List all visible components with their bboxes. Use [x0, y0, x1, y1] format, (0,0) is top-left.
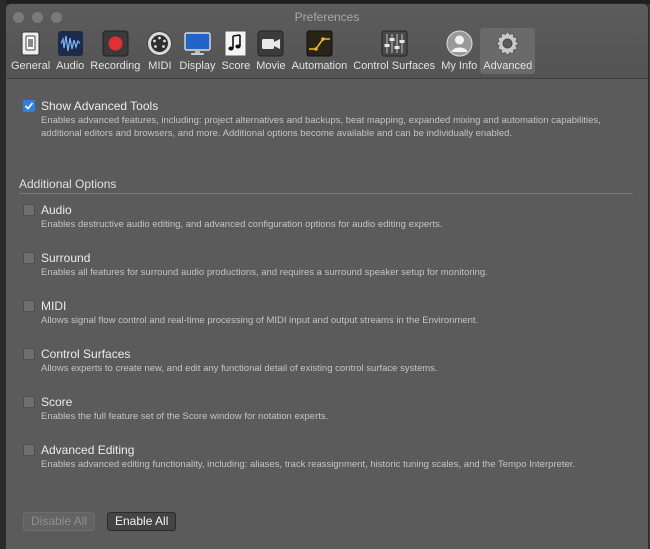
record-icon [102, 30, 129, 57]
option-score: Score Enables the full feature set of th… [23, 395, 634, 435]
faders-icon [381, 30, 408, 57]
control-surfaces-description: Allows experts to create new, and edit a… [41, 363, 438, 374]
additional-options-header: Additional Options [19, 177, 117, 191]
surround-description: Enables all features for surround audio … [41, 267, 488, 278]
surround-label[interactable]: Surround [41, 251, 90, 265]
gear-icon [494, 30, 521, 57]
score-note-icon [222, 30, 249, 57]
score-label[interactable]: Score [41, 395, 72, 409]
toolbar-label-midi: MIDI [148, 60, 172, 72]
disable-all-button[interactable]: Disable All [23, 512, 96, 531]
movie-camera-icon [257, 30, 284, 57]
score-checkbox[interactable] [23, 396, 35, 408]
surround-checkbox[interactable] [23, 252, 35, 264]
advanced-preferences-pane: Show Advanced Tools Enables advanced fea… [6, 79, 648, 549]
general-icon [17, 30, 44, 57]
advanced-editing-description: Enables advanced editing functionality, … [41, 459, 576, 470]
toolbar-item-midi[interactable]: MIDI [143, 28, 176, 74]
score-description: Enables the full feature set of the Scor… [41, 411, 329, 422]
toolbar-item-general[interactable]: General [8, 28, 53, 74]
toolbar-label-recording: Recording [90, 60, 141, 72]
toolbar-label-display: Display [179, 60, 216, 72]
show-advanced-tools-label[interactable]: Show Advanced Tools [41, 99, 158, 113]
toolbar-label-audio: Audio [56, 60, 85, 72]
option-control-surfaces: Control Surfaces Allows experts to creat… [23, 347, 634, 387]
option-advanced-editing: Advanced Editing Enables advanced editin… [23, 443, 634, 493]
toolbar-item-display[interactable]: Display [176, 28, 218, 74]
option-midi: MIDI Allows signal flow control and real… [23, 299, 634, 339]
checkmark-icon [24, 102, 34, 110]
option-surround: Surround Enables all features for surrou… [23, 251, 634, 291]
midi-port-icon [146, 30, 173, 57]
toolbar-label-general: General [11, 60, 51, 72]
midi-checkbox[interactable] [23, 300, 35, 312]
toolbar-item-score[interactable]: Score [219, 28, 254, 74]
toolbar-item-control-surfaces[interactable]: Control Surfaces [350, 28, 438, 74]
advanced-editing-checkbox[interactable] [23, 444, 35, 456]
control-surfaces-label[interactable]: Control Surfaces [41, 347, 130, 361]
show-advanced-tools-option: Show Advanced Tools Enables advanced fea… [23, 99, 634, 159]
toolbar-label-automation: Automation [291, 60, 348, 72]
toolbar-item-audio[interactable]: Audio [53, 28, 87, 74]
window-title: Preferences [294, 10, 360, 24]
show-advanced-tools-checkbox[interactable] [23, 100, 35, 112]
title-bar: Preferences General Audio Recording MIDI… [6, 4, 648, 79]
toolbar-item-movie[interactable]: Movie [253, 28, 288, 74]
display-monitor-icon [184, 30, 211, 57]
audio-label[interactable]: Audio [41, 203, 72, 217]
section-divider [19, 193, 633, 194]
toolbar-item-automation[interactable]: Automation [289, 28, 351, 74]
audio-description: Enables destructive audio editing, and a… [41, 219, 443, 230]
preferences-window: Preferences General Audio Recording MIDI… [6, 4, 648, 549]
preferences-toolbar: General Audio Recording MIDI Display Sco… [6, 28, 648, 76]
toolbar-item-my-info[interactable]: My Info [438, 28, 480, 74]
toolbar-item-recording[interactable]: Recording [87, 28, 143, 74]
show-advanced-tools-description: Enables advanced features, including: pr… [41, 115, 601, 139]
midi-description: Allows signal flow control and real-time… [41, 315, 479, 326]
toolbar-item-advanced[interactable]: Advanced [480, 28, 536, 74]
toolbar-label-my-info: My Info [441, 60, 478, 72]
toolbar-label-score: Score [221, 60, 251, 72]
advanced-editing-label[interactable]: Advanced Editing [41, 443, 134, 457]
toolbar-label-advanced: Advanced [483, 60, 533, 72]
enable-all-button[interactable]: Enable All [107, 512, 177, 531]
audio-waveform-icon [57, 30, 84, 57]
user-silhouette-icon [446, 30, 473, 57]
midi-label[interactable]: MIDI [41, 299, 66, 313]
toolbar-label-control-surfaces: Control Surfaces [353, 60, 436, 72]
audio-checkbox[interactable] [23, 204, 35, 216]
control-surfaces-checkbox[interactable] [23, 348, 35, 360]
toolbar-label-movie: Movie [256, 60, 286, 72]
option-audio: Audio Enables destructive audio editing,… [23, 203, 634, 243]
automation-curve-icon [306, 30, 333, 57]
